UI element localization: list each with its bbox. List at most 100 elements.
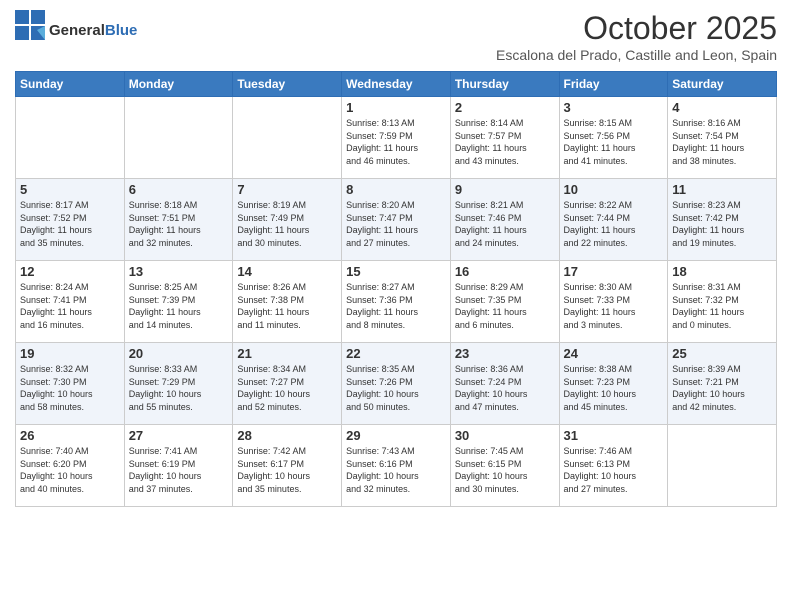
cell-content: Sunrise: 8:30 AMSunset: 7:33 PMDaylight:…	[564, 281, 664, 331]
calendar-cell: 6Sunrise: 8:18 AMSunset: 7:51 PMDaylight…	[124, 179, 233, 261]
calendar-cell: 4 Sunrise: 8:16 AMSunset: 7:54 PMDaylight…	[668, 97, 777, 179]
calendar-week-2: 5 Sunrise: 8:17 AMSunset: 7:52 PMDaylight…	[16, 179, 777, 261]
day-number: 12	[20, 264, 120, 279]
cell-content: Sunrise: 7:41 AMSunset: 6:19 PMDaylight:…	[129, 445, 229, 495]
cell-content: Sunrise: 8:23 AMSunset: 7:42 PMDaylight:…	[672, 199, 772, 249]
calendar-cell: 25Sunrise: 8:39 AMSunset: 7:21 PMDayligh…	[668, 343, 777, 425]
cell-content: Sunrise: 8:35 AMSunset: 7:26 PMDaylight:…	[346, 363, 446, 413]
calendar-week-5: 26 Sunrise: 7:40 AMSunset: 6:20 PMDayligh…	[16, 425, 777, 507]
cell-content: Sunrise: 8:15 AMSunset: 7:56 PMDaylight:…	[564, 117, 664, 167]
cell-content: Sunrise: 7:45 AMSunset: 6:15 PMDaylight:…	[455, 445, 555, 495]
calendar-cell: 31Sunrise: 7:46 AMSunset: 6:13 PMDayligh…	[559, 425, 668, 507]
day-number: 18	[672, 264, 772, 279]
calendar-table: Sunday Monday Tuesday Wednesday Thursday…	[15, 71, 777, 507]
cell-content: Sunrise: 7:43 AMSunset: 6:16 PMDaylight:…	[346, 445, 446, 495]
calendar-cell: 19 Sunrise: 8:32 AMSunset: 7:30 PMDayligh…	[16, 343, 125, 425]
day-number: 8	[346, 182, 446, 197]
cell-content: Sunrise: 8:26 AMSunset: 7:38 PMDaylight:…	[237, 281, 337, 331]
calendar-cell: 22 Sunrise: 8:35 AMSunset: 7:26 PMDayligh…	[342, 343, 451, 425]
page: GeneralBlue October 2025 Escalona del Pr…	[0, 0, 792, 612]
logo-blue: Blue	[105, 22, 138, 39]
calendar-week-3: 12 Sunrise: 8:24 AMSunset: 7:41 PMDayligh…	[16, 261, 777, 343]
day-number: 3	[564, 100, 664, 115]
logo-general: General	[49, 22, 105, 39]
cell-content: Sunrise: 8:24 AMSunset: 7:41 PMDaylight:…	[20, 281, 120, 331]
day-number: 10	[564, 182, 664, 197]
day-number: 21	[237, 346, 337, 361]
day-number: 14	[237, 264, 337, 279]
cell-content: Sunrise: 7:40 AMSunset: 6:20 PMDaylight:…	[20, 445, 120, 495]
title-block: October 2025 Escalona del Prado, Castill…	[496, 10, 777, 63]
col-thursday: Thursday	[450, 72, 559, 97]
col-tuesday: Tuesday	[233, 72, 342, 97]
day-number: 2	[455, 100, 555, 115]
cell-content: Sunrise: 8:36 AMSunset: 7:24 PMDaylight:…	[455, 363, 555, 413]
cell-content: Sunrise: 8:13 AMSunset: 7:59 PMDaylight:…	[346, 117, 446, 167]
col-saturday: Saturday	[668, 72, 777, 97]
logo-icon	[15, 10, 45, 46]
calendar-cell: 20Sunrise: 8:33 AMSunset: 7:29 PMDayligh…	[124, 343, 233, 425]
calendar-cell: 28Sunrise: 7:42 AMSunset: 6:17 PMDayligh…	[233, 425, 342, 507]
day-number: 4	[672, 100, 772, 115]
col-monday: Monday	[124, 72, 233, 97]
day-number: 23	[455, 346, 555, 361]
cell-content: Sunrise: 8:27 AMSunset: 7:36 PMDaylight:…	[346, 281, 446, 331]
cell-content: Sunrise: 8:16 AMSunset: 7:54 PMDaylight:…	[672, 117, 772, 167]
calendar-cell: 13Sunrise: 8:25 AMSunset: 7:39 PMDayligh…	[124, 261, 233, 343]
logo: GeneralBlue	[15, 10, 137, 51]
day-number: 16	[455, 264, 555, 279]
cell-content: Sunrise: 8:14 AMSunset: 7:57 PMDaylight:…	[455, 117, 555, 167]
day-number: 30	[455, 428, 555, 443]
day-number: 24	[564, 346, 664, 361]
calendar-cell: 26 Sunrise: 7:40 AMSunset: 6:20 PMDayligh…	[16, 425, 125, 507]
calendar-week-1: 1Sunrise: 8:13 AMSunset: 7:59 PMDaylight…	[16, 97, 777, 179]
calendar-cell: 24 Sunrise: 8:38 AMSunset: 7:23 PMDayligh…	[559, 343, 668, 425]
cell-content: Sunrise: 8:38 AMSunset: 7:23 PMDaylight:…	[564, 363, 664, 413]
day-number: 31	[564, 428, 664, 443]
calendar-cell: 27 Sunrise: 7:41 AMSunset: 6:19 PMDayligh…	[124, 425, 233, 507]
calendar-cell: 10 Sunrise: 8:22 AMSunset: 7:44 PMDayligh…	[559, 179, 668, 261]
calendar-cell: 16 Sunrise: 8:29 AMSunset: 7:35 PMDayligh…	[450, 261, 559, 343]
header-row: Sunday Monday Tuesday Wednesday Thursday…	[16, 72, 777, 97]
day-number: 17	[564, 264, 664, 279]
col-sunday: Sunday	[16, 72, 125, 97]
calendar-cell: 17 Sunrise: 8:30 AMSunset: 7:33 PMDayligh…	[559, 261, 668, 343]
calendar-cell: 12 Sunrise: 8:24 AMSunset: 7:41 PMDayligh…	[16, 261, 125, 343]
month-title: October 2025	[496, 10, 777, 47]
calendar-cell: 9Sunrise: 8:21 AMSunset: 7:46 PMDaylight…	[450, 179, 559, 261]
calendar-cell: 2 Sunrise: 8:14 AMSunset: 7:57 PMDaylight…	[450, 97, 559, 179]
cell-content: Sunrise: 8:18 AMSunset: 7:51 PMDaylight:…	[129, 199, 229, 249]
calendar-cell: 18Sunrise: 8:31 AMSunset: 7:32 PMDayligh…	[668, 261, 777, 343]
calendar-cell	[124, 97, 233, 179]
col-wednesday: Wednesday	[342, 72, 451, 97]
day-number: 15	[346, 264, 446, 279]
day-number: 22	[346, 346, 446, 361]
calendar-cell: 15 Sunrise: 8:27 AMSunset: 7:36 PMDayligh…	[342, 261, 451, 343]
calendar-cell	[16, 97, 125, 179]
cell-content: Sunrise: 8:19 AMSunset: 7:49 PMDaylight:…	[237, 199, 337, 249]
calendar-cell	[668, 425, 777, 507]
cell-content: Sunrise: 8:39 AMSunset: 7:21 PMDaylight:…	[672, 363, 772, 413]
calendar-week-4: 19 Sunrise: 8:32 AMSunset: 7:30 PMDayligh…	[16, 343, 777, 425]
cell-content: Sunrise: 8:22 AMSunset: 7:44 PMDaylight:…	[564, 199, 664, 249]
cell-content: Sunrise: 8:32 AMSunset: 7:30 PMDaylight:…	[20, 363, 120, 413]
cell-content: Sunrise: 8:20 AMSunset: 7:47 PMDaylight:…	[346, 199, 446, 249]
logo-text: GeneralBlue	[49, 22, 137, 40]
day-number: 19	[20, 346, 120, 361]
cell-content: Sunrise: 8:21 AMSunset: 7:46 PMDaylight:…	[455, 199, 555, 249]
cell-content: Sunrise: 8:29 AMSunset: 7:35 PMDaylight:…	[455, 281, 555, 331]
calendar-cell: 14 Sunrise: 8:26 AMSunset: 7:38 PMDayligh…	[233, 261, 342, 343]
cell-content: Sunrise: 8:17 AMSunset: 7:52 PMDaylight:…	[20, 199, 120, 249]
day-number: 29	[346, 428, 446, 443]
calendar-cell: 1Sunrise: 8:13 AMSunset: 7:59 PMDaylight…	[342, 97, 451, 179]
location: Escalona del Prado, Castille and Leon, S…	[496, 47, 777, 63]
calendar-cell: 21Sunrise: 8:34 AMSunset: 7:27 PMDayligh…	[233, 343, 342, 425]
day-number: 13	[129, 264, 229, 279]
header: GeneralBlue October 2025 Escalona del Pr…	[15, 10, 777, 63]
day-number: 26	[20, 428, 120, 443]
col-friday: Friday	[559, 72, 668, 97]
day-number: 27	[129, 428, 229, 443]
calendar-cell: 7 Sunrise: 8:19 AMSunset: 7:49 PMDaylight…	[233, 179, 342, 261]
day-number: 5	[20, 182, 120, 197]
day-number: 7	[237, 182, 337, 197]
